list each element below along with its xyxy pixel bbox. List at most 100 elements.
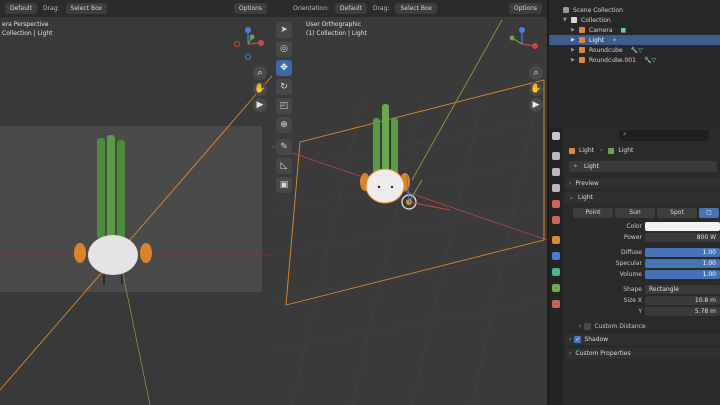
measure-tool-icon[interactable]: ◺ [276,158,292,174]
search-icon: ⌕ [623,130,627,138]
rotate-tool-icon[interactable]: ↻ [276,79,292,95]
color-label: Color [626,223,642,230]
power-field[interactable]: 800 W [645,233,720,242]
zoom-icon[interactable]: ⌕ [529,66,543,80]
expand-arrow-icon[interactable]: ▶ [571,37,577,43]
camera-view-icon[interactable]: ▶ [253,98,267,112]
panel-custom-properties-header[interactable]: › Custom Properties [565,348,720,359]
outliner-row-roundcube[interactable]: ▶ Roundcube 🔧▽ [549,45,720,55]
specular-field[interactable]: 1.00 [645,259,720,268]
light-data-name-field[interactable]: ✦ Light [569,161,717,172]
options-button[interactable]: Options [233,3,267,14]
collection-icon [563,7,569,13]
camera-view-icon[interactable]: ▶ [529,98,543,112]
left-viewport-header: Default Drag: Select Box Options [0,0,272,17]
subpanel-title: Custom Distance [594,323,646,330]
volume-field[interactable]: 1.00 [645,270,720,279]
breadcrumb-data[interactable]: Light [618,147,633,154]
options-button[interactable]: Options [508,3,542,14]
properties-search-input[interactable]: ⌕ [619,130,709,141]
diffuse-label: Diffuse [620,249,642,256]
outliner-label: Light [589,36,604,44]
chevron-right-icon: › [579,323,582,330]
color-swatch[interactable] [645,222,720,231]
pan-hand-icon[interactable]: ✋ [253,82,267,96]
chevron-down-icon: ⌄ [569,194,575,201]
cursor-3d-icon[interactable]: ◎ [276,41,292,57]
x-axis-line [272,145,547,241]
chevron-right-icon: › [569,336,572,343]
view-overlay-text: User Orthographic (1) Collection | Light [306,20,367,38]
scale-tool-icon[interactable]: ◰ [276,98,292,114]
properties-tab-strip [549,128,563,405]
tool-tab-icon[interactable] [552,132,560,140]
main-3d-viewport[interactable]: Orientation: Default Drag: Select Box Op… [272,0,547,405]
y-axis-line [411,19,503,181]
interaction-mode-dropdown[interactable]: Default [5,3,37,14]
output-tab-icon[interactable] [552,168,560,176]
select-box-dropdown[interactable]: Select Box [65,3,108,14]
panel-title: Custom Properties [575,350,631,357]
scene-tab-icon[interactable] [552,200,560,208]
annotate-tool-icon[interactable]: ✎ [276,139,292,155]
world-tab-icon[interactable] [552,216,560,224]
mesh-object-icon [579,47,585,53]
light-icon [579,37,585,43]
properties-content: ⌕ Light › Light ✦ Light › Preview ⌄ Ligh… [565,128,720,405]
constraints-tab-icon[interactable] [552,268,560,276]
outliner-row-collection[interactable]: ▼ Collection [549,15,720,25]
light-type-sun-button[interactable]: Sun [615,208,655,218]
custom-distance-checkbox[interactable] [584,323,592,330]
outliner-row-scene-collection[interactable]: Scene Collection [549,5,720,15]
expand-arrow-icon[interactable]: ▼ [563,17,569,23]
light-type-area-button[interactable]: ▢ [699,208,719,218]
light-type-point-button[interactable]: Point [573,208,613,218]
custom-distance-subpanel[interactable]: › Custom Distance [565,321,720,332]
add-cube-icon[interactable]: ▣ [276,177,292,193]
camera-data-icon: ■ [620,26,627,34]
left-3d-viewport[interactable]: Default Drag: Select Box Options era Per… [0,0,272,405]
shape-dropdown[interactable]: Rectangle [645,285,720,294]
outliner-row-roundcube-001[interactable]: ▶ Roundcube.001 🔧▽ [549,55,720,65]
data-name-value: Light [583,163,599,170]
drag-label: Drag: [42,5,60,12]
view-mode-text: era Perspective [2,21,49,28]
size-x-label: Size X [623,297,642,304]
panel-light-header[interactable]: ⌄ Light [565,192,720,203]
move-tool-icon[interactable]: ✥ [276,60,292,76]
light-type-spot-button[interactable]: Spot [657,208,697,218]
view-layer-tab-icon[interactable] [552,184,560,192]
expand-arrow-icon[interactable]: ▶ [571,47,577,53]
orientation-dropdown[interactable]: Default [334,3,367,14]
transform-tool-icon[interactable]: ⊕ [276,117,292,133]
texture-tab-icon[interactable] [552,300,560,308]
render-tab-icon[interactable] [552,152,560,160]
mesh-object-icon [579,57,585,63]
select-cursor-icon[interactable]: ➤ [276,22,292,38]
panel-preview-header[interactable]: › Preview [565,178,720,189]
select-box-dropdown[interactable]: Select Box [395,3,438,14]
expand-arrow-icon[interactable]: ▶ [571,27,577,33]
outliner-row-camera[interactable]: ▶ Camera ■ [549,25,720,35]
volume-label: Volume [619,271,642,278]
size-x-field[interactable]: 10.8 m [645,296,720,305]
size-y-field[interactable]: 5.78 m [645,307,720,316]
diffuse-field[interactable]: 1.00 [645,248,720,257]
zoom-icon[interactable]: ⌕ [253,66,267,80]
breadcrumb-object[interactable]: Light [579,147,594,154]
navigation-gizmo[interactable] [502,24,542,64]
panel-shadow-header[interactable]: › ✓ Shadow [565,334,720,345]
outliner-row-light[interactable]: ▶ Light ✦ [549,35,720,45]
expand-arrow-icon[interactable]: ▶ [571,57,577,63]
light-data-icon [608,147,615,154]
object-tab-icon[interactable] [552,236,560,244]
pan-hand-icon[interactable]: ✋ [529,82,543,96]
onion-character-main[interactable] [360,104,410,204]
chevron-right-icon: › [569,180,572,187]
physics-tab-icon[interactable] [552,252,560,260]
navigation-gizmo[interactable] [228,24,268,64]
shadow-checkbox[interactable]: ✓ [574,336,582,343]
light-data-tab-icon[interactable] [552,284,560,292]
drag-label: Drag: [372,5,390,12]
camera-icon [579,27,585,33]
